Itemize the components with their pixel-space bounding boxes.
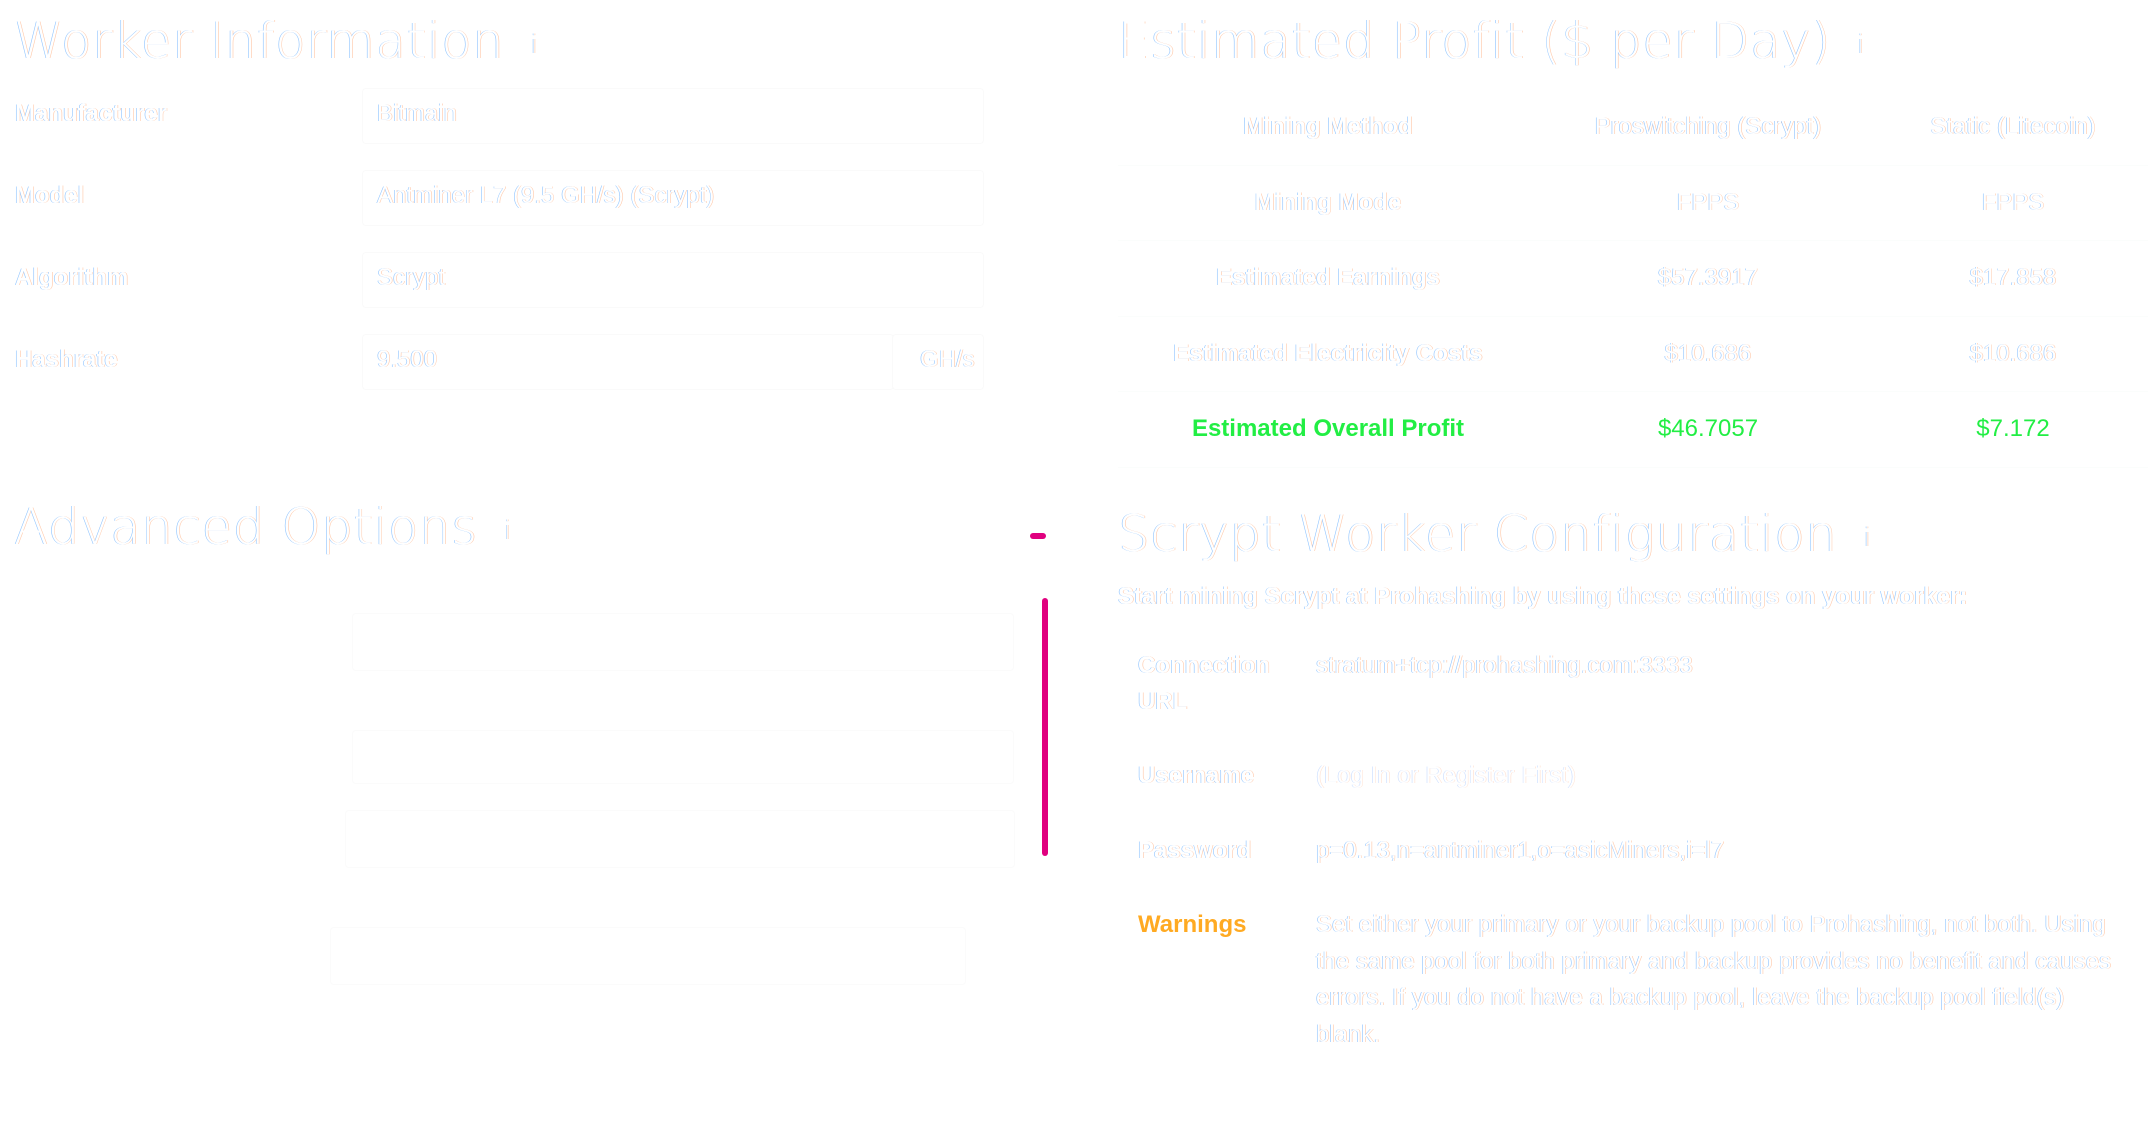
proswitching-value: FPPS [1538,165,1878,241]
static-value: $10.686 [1878,316,2148,392]
manufacturer-value: Bitmain [377,100,458,127]
worker-info-title-text: Worker Information [14,12,505,70]
worker-info-title: Worker Information i [14,12,538,70]
proswitching-value: $57.3917 [1538,240,1878,317]
static-value: $17.858 [1878,240,2148,317]
proswitching-value: Proswitching (Scrypt) [1538,90,1878,166]
advanced-field-4[interactable] [330,927,966,985]
hashrate-unit: GH/s [920,346,975,373]
advanced-field-3[interactable] [345,810,1015,868]
row-label: Estimated Overall Profit [1118,391,1538,468]
algorithm-label: Algorithm [15,264,129,291]
config-subtitle: Start mining Scrypt at Prohashing by usi… [1118,583,1968,610]
proswitching-value: $46.7057 [1538,391,1878,468]
warnings-text: Set either your primary or your backup p… [1316,911,2112,1048]
manufacturer-label: Manufacturer [15,100,168,127]
profit-title: Estimated Profit ($ per Day) i [1118,12,1865,70]
section-divider-bar [1042,598,1048,856]
proswitching-value: $10.686 [1538,316,1878,392]
table-row: Estimated Earnings $57.3917 $17.858 [1118,240,2148,317]
row-label: Estimated Electricity Costs [1118,316,1538,392]
username-value: (Log In or Register First) [1316,762,1577,789]
advanced-field-2[interactable] [352,730,1014,784]
algorithm-value: Scrypt [377,264,446,291]
config-title-text: Scrypt Worker Configuration [1118,505,1838,563]
connection-url-value[interactable]: stratum+tcp://prohashing.com:3333 [1316,648,1693,684]
table-row: Mining Mode FPPS FPPS [1118,165,2148,241]
row-label: Mining Mode [1118,165,1538,241]
static-value: $7.172 [1878,391,2148,468]
username-label: Username [1138,762,1255,789]
info-icon[interactable]: i [1857,30,1865,60]
model-label: Model [15,182,85,209]
info-icon[interactable]: i [1864,523,1872,553]
warnings-label: Warnings [1138,911,1247,938]
static-value: FPPS [1878,165,2148,241]
hashrate-value: 9.500 [377,346,438,373]
static-value: Static (Litecoin) [1878,90,2148,166]
advanced-field-1[interactable] [352,613,1014,671]
info-icon[interactable]: i [504,516,512,546]
profit-table: Mining Method Proswitching (Scrypt) Stat… [1118,90,2148,468]
row-label: Mining Method [1118,90,1538,166]
row-label: Estimated Earnings [1118,240,1538,317]
hashrate-input[interactable] [362,334,894,390]
password-value[interactable]: p=0.13,n=antminer1,o=asicMiners,i=l7 [1316,833,1724,869]
model-value: Antminer L7 (9.5 GH/s) (Scrypt) [377,182,715,209]
hashrate-label: Hashrate [15,346,118,373]
algorithm-select[interactable] [362,252,984,308]
password-label: Password [1138,837,1252,864]
config-title: Scrypt Worker Configuration i [1118,505,1871,563]
profit-title-text: Estimated Profit ($ per Day) [1118,12,1832,70]
info-icon[interactable]: i [530,30,538,60]
collapse-toggle-icon[interactable] [1030,533,1046,539]
advanced-options-title-text: Advanced Options [14,498,478,556]
overall-profit-row: Estimated Overall Profit $46.7057 $7.172 [1118,391,2148,468]
table-row: Estimated Electricity Costs $10.686 $10.… [1118,316,2148,392]
connection-url-label: Connection URL [1138,652,1270,715]
advanced-options-title: Advanced Options i [14,498,512,556]
table-row: Mining Method Proswitching (Scrypt) Stat… [1118,90,2148,166]
